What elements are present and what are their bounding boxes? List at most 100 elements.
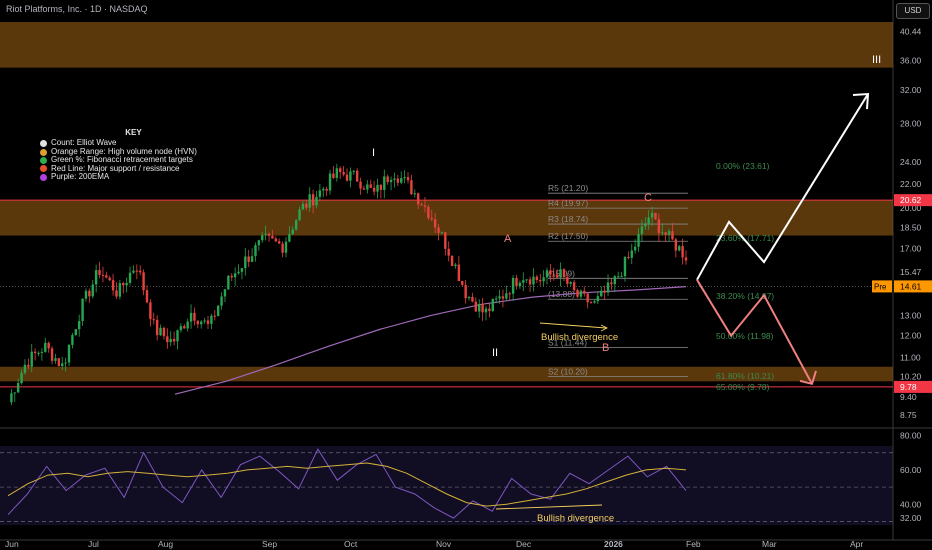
candle-body <box>332 173 335 178</box>
candle-body <box>525 279 528 281</box>
candle-body <box>261 235 264 241</box>
candle-body <box>362 188 366 190</box>
candle-body <box>30 351 33 367</box>
candle-body <box>579 290 583 297</box>
candle-body <box>61 363 64 367</box>
candle-body <box>196 320 200 325</box>
candle-body <box>345 174 349 181</box>
candle-body <box>352 170 355 172</box>
candle-body <box>478 303 481 312</box>
candle-body <box>342 172 345 175</box>
candle-body <box>155 319 159 336</box>
candle-body <box>122 283 125 286</box>
candle-body <box>596 296 600 302</box>
candle-body <box>400 178 403 183</box>
price-tick-label: 36.00 <box>900 56 922 66</box>
pivot-level-label: R4 (19.97) <box>548 198 588 208</box>
candle-body <box>562 269 566 277</box>
candle-body <box>274 238 278 242</box>
candle-body <box>210 315 213 324</box>
candle-body <box>322 188 325 191</box>
candle-body <box>193 312 196 321</box>
candle-body <box>416 193 420 205</box>
candle-body <box>206 320 210 324</box>
price-tick-label: 17.00 <box>900 243 922 253</box>
pre-tag-label: Pre <box>874 282 887 291</box>
candle-body <box>684 257 688 261</box>
candle-body <box>47 342 50 349</box>
legend-dot-icon <box>40 140 47 148</box>
candle-body <box>213 315 216 317</box>
candle-body <box>237 271 240 274</box>
candle-body <box>450 255 454 266</box>
wave-label: III <box>872 54 881 66</box>
legend-dot-icon <box>40 156 47 164</box>
rsi-tick-label: 80.00 <box>900 430 922 440</box>
candle-body <box>366 184 369 190</box>
candle-body <box>139 270 142 273</box>
candle-body <box>339 168 342 173</box>
fib-level-label: 65.00% (9.78) <box>716 382 770 392</box>
candle-body <box>620 276 623 278</box>
price-chart[interactable]: R5 (21.20) R4 (19.97) R3 (18.74) R2 (17.50)… <box>0 0 932 550</box>
candle-body <box>515 277 518 287</box>
chart-title: Riot Platforms, Inc. · 1D · NASDAQ <box>6 4 148 14</box>
candle-body <box>413 193 416 195</box>
candle-body <box>33 351 37 354</box>
wave-label: I <box>372 147 375 159</box>
legend-label: Purple: 200EMA <box>51 172 110 182</box>
candle-body <box>254 245 257 257</box>
candle-body <box>230 275 233 278</box>
candle-body <box>57 358 61 367</box>
time-tick-label: Nov <box>436 539 452 549</box>
candle-body <box>467 296 471 299</box>
candle-body <box>27 364 30 367</box>
price-highlight-label: 9.78 <box>900 382 917 392</box>
candle-body <box>376 184 379 192</box>
pivot-level-label: R3 (18.74) <box>548 214 588 224</box>
candle-body <box>559 269 562 278</box>
wave-label: A <box>504 233 512 245</box>
candle-body <box>661 232 664 234</box>
candle-body <box>586 293 589 303</box>
legend-dot-icon <box>40 165 47 173</box>
candle-body <box>149 302 152 320</box>
time-tick-label: Apr <box>850 539 863 549</box>
candle-body <box>654 212 657 220</box>
candle-body <box>240 268 244 272</box>
candle-body <box>118 283 122 297</box>
candle-body <box>257 240 261 246</box>
candle-body <box>444 232 447 249</box>
candle-body <box>355 170 359 182</box>
candle-body <box>481 303 484 313</box>
candle-body <box>393 178 396 180</box>
candle-body <box>220 296 223 306</box>
candle-body <box>162 327 166 337</box>
price-tick-label: 13.00 <box>900 311 922 321</box>
price-tick-label: 40.44 <box>900 26 922 36</box>
candle-body <box>311 194 315 206</box>
currency-button[interactable]: USD <box>896 3 930 19</box>
candle-body <box>430 217 433 220</box>
candle-body <box>617 276 620 278</box>
candle-body <box>569 282 572 284</box>
candle-body <box>576 290 579 297</box>
candle-body <box>664 232 667 235</box>
candle-body <box>84 290 88 299</box>
candle-body <box>491 298 494 312</box>
price-tick-label: 10.20 <box>900 371 922 381</box>
candle-body <box>461 281 464 285</box>
candle-body <box>589 302 593 304</box>
candle-body <box>566 276 569 284</box>
candle-body <box>315 196 318 206</box>
rsi-tick-label: 60.00 <box>900 465 922 475</box>
candle-body <box>637 233 640 247</box>
candle-body <box>535 276 539 281</box>
candle-body <box>74 329 77 336</box>
price-tick-label: 12.00 <box>900 331 922 341</box>
candle-body <box>552 274 555 276</box>
candle-body <box>142 272 145 291</box>
candle-body <box>50 348 54 361</box>
rsi-tick-label: 32.00 <box>900 513 922 523</box>
candle-body <box>386 176 389 183</box>
